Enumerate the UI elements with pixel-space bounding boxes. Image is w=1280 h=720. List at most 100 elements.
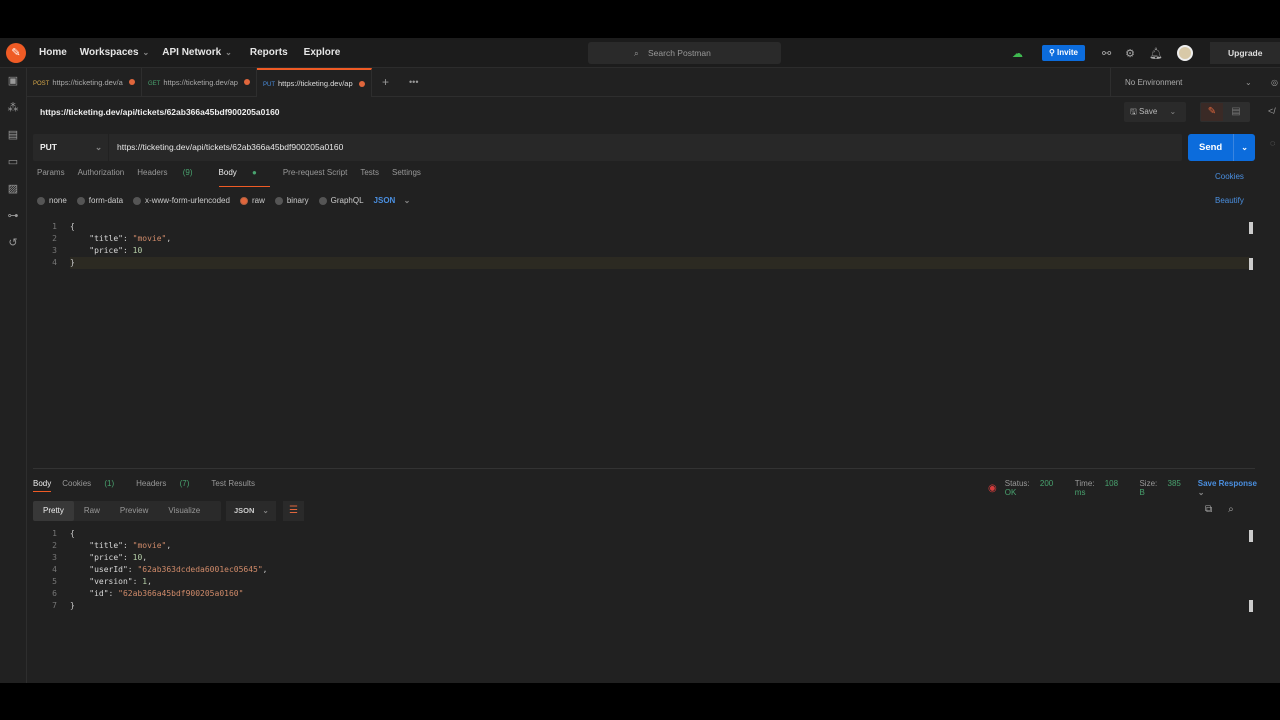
beautify-link[interactable]: Beautify [1215,196,1244,205]
nav-api-network[interactable]: API Network ⌄ [162,47,232,58]
docs-icon[interactable]: ▤ [1225,103,1247,121]
monitors-icon[interactable]: ▨ [0,176,26,203]
radio-raw[interactable]: raw [239,196,265,205]
tab-put[interactable]: PUT https://ticketing.dev/ap [257,68,372,97]
cookies-link[interactable]: Cookies [1215,172,1244,181]
code-line: } [70,258,75,267]
radio-label: none [49,196,67,205]
chevron-down-icon[interactable]: ⌄ [1241,134,1248,161]
tab-authorization[interactable]: Authorization [78,168,125,185]
save-response-button[interactable]: Save Response ⌄ [1198,479,1272,497]
response-view-tabs: Pretty Raw Preview Visualize [33,501,221,521]
globe-icon[interactable]: ◉ [988,483,997,494]
line-number: 4 [52,258,57,267]
view-pretty[interactable]: Pretty [33,501,74,521]
radio-binary[interactable]: binary [274,196,309,205]
response-body-viewer[interactable]: 1 {2 "title": "movie", 3 "price": 10, 4 "us… [33,528,1255,618]
radio-urlencoded[interactable]: x-www-form-urlencoded [133,196,230,205]
code-token: , [166,541,172,550]
view-visualize[interactable]: Visualize [158,501,210,521]
apis-icon[interactable]: ⁂ [0,95,26,122]
request-body-editor[interactable]: 1 {2 "title": "movie", 3 "price": 10 4} [33,220,1255,469]
cloud-sync-icon[interactable]: ☁ [1012,47,1023,60]
method-select[interactable]: PUT ⌄ [33,134,109,161]
radio-none[interactable]: none [37,196,67,205]
tab-label: Headers [137,168,168,177]
tab-label: Headers [136,479,167,488]
tab-headers[interactable]: Headers (9) [137,168,205,185]
nav-workspaces[interactable]: Workspaces ⌄ [80,47,149,58]
line-number: 4 [52,565,57,574]
more-tabs-icon[interactable]: ••• [409,68,418,96]
new-tab-icon[interactable]: + [382,68,389,96]
collections-icon[interactable]: ▣ [0,68,26,95]
code-line: "price": 10, [70,553,147,562]
radio-button [76,196,85,205]
settings-icon[interactable]: ⚙ [1125,47,1135,60]
avatar[interactable] [1177,45,1193,61]
scrollbar[interactable] [1249,530,1253,542]
copy-icon[interactable]: ⧉ [1205,504,1212,515]
send-label: Send [1199,142,1223,153]
mock-servers-icon[interactable]: ▭ [0,149,26,176]
code-token: , [262,565,268,574]
view-toggle: ✎ ▤ [1200,102,1250,122]
code-token: 10 [132,553,143,562]
tab-params[interactable]: Params [37,168,65,185]
edit-icon[interactable]: ✎ [1201,103,1223,121]
send-button[interactable]: Send ⌄ [1188,134,1255,161]
code-token: : [122,234,133,243]
search-input[interactable]: ⌕ Search Postman [588,42,781,64]
tab-get[interactable]: GET https://ticketing.dev/ap [142,68,257,97]
tab-test-results[interactable]: Test Results [211,479,255,488]
upgrade-button[interactable]: Upgrade [1210,42,1280,64]
tab-pre-request-script[interactable]: Pre-request Script [283,168,347,185]
tab-tests[interactable]: Tests [360,168,379,185]
radio-graphql[interactable]: GraphQL [318,196,364,205]
nav-reports[interactable]: Reports [250,47,288,58]
view-raw[interactable]: Raw [74,501,110,521]
code-icon[interactable]: </ [1268,106,1276,116]
tab-body[interactable]: Body ● [218,168,271,187]
save-button[interactable]: 🖫 Save ⌄ [1124,102,1186,122]
url-input[interactable] [117,134,1167,161]
eye-icon[interactable]: ◎ [1271,68,1278,97]
bell-icon[interactable]: 🔔︎ [1149,47,1163,60]
scrollbar[interactable] [1249,222,1253,234]
wrap-lines-icon[interactable]: ☰ [283,501,304,521]
body-indicator-dot: ● [252,168,257,177]
response-status-bar: ◉ Status: 200 OK Time: 108 ms Size: 385 … [988,479,1280,497]
radio-form-data[interactable]: form-data [76,196,123,205]
tab-post[interactable]: POST https://ticketing.dev/a [27,68,142,97]
tab-response-cookies[interactable]: Cookies (1) [62,479,125,488]
response-format-select[interactable]: JSON ⌄ [226,501,276,521]
history-icon[interactable]: ↺ [0,230,26,257]
code-token: "movie" [132,234,167,243]
invite-button[interactable]: ⚲ Invite [1041,45,1085,61]
nav-explore[interactable]: Explore [304,47,341,58]
cursor-marker [1249,258,1253,270]
radio-button [274,196,283,205]
tab-response-body[interactable]: Body [33,479,52,492]
satellite-icon[interactable]: ⚯ [1102,47,1111,60]
code-line: "title": "movie", [70,541,171,550]
code-line: { [70,222,75,231]
environment-select[interactable]: No Environment ⌄ ◎ [1110,68,1280,97]
tab-settings[interactable]: Settings [392,168,421,185]
radio-label: GraphQL [330,196,364,205]
method-label: PUT [40,142,57,152]
code-token: { [70,529,75,538]
postman-logo[interactable]: ✎ [6,42,26,63]
view-preview[interactable]: Preview [110,501,158,521]
code-token: : [122,541,133,550]
nav-home[interactable]: Home [39,47,67,58]
search-placeholder: Search Postman [648,48,711,58]
comments-icon[interactable]: ◌ [1270,138,1275,148]
search-icon[interactable]: ⌕ [1228,504,1234,515]
environments-icon[interactable]: ▤ [0,122,26,149]
chevron-down-icon: ⌄ [1197,488,1205,497]
format-select[interactable]: JSON ⌄ [374,196,411,205]
tab-response-headers[interactable]: Headers (7) [136,479,200,488]
flows-icon[interactable]: ⊶ [0,203,26,230]
request-tabs: POST https://ticketing.dev/a GET https://t… [27,68,1110,97]
